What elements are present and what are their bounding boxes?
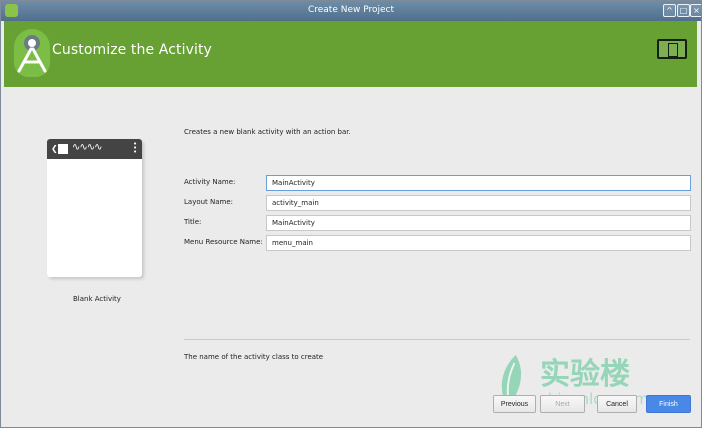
watermark-text: 实验楼 bbox=[540, 357, 630, 392]
android-studio-logo-icon bbox=[14, 29, 50, 77]
create-new-project-dialog: Create New Project ^ □ × Customize the A… bbox=[0, 0, 702, 428]
activity-name-label: Activity Name: bbox=[184, 178, 236, 186]
device-orientation-icon bbox=[657, 39, 687, 59]
title-label: Title: bbox=[184, 218, 202, 226]
blank-activity-preview: ❮ ∿∿∿∿ • • • bbox=[47, 139, 142, 277]
field-help-text: The name of the activity class to create bbox=[184, 353, 324, 361]
close-button[interactable]: × bbox=[690, 4, 701, 17]
previous-button[interactable]: Previous bbox=[493, 395, 536, 413]
cancel-button[interactable]: Cancel bbox=[597, 395, 637, 413]
app-icon bbox=[58, 144, 68, 154]
back-icon: ❮ bbox=[51, 144, 58, 153]
window-titlebar[interactable]: Create New Project ^ □ × bbox=[1, 1, 701, 21]
minimize-button[interactable]: ^ bbox=[663, 4, 676, 17]
preview-action-bar: ❮ ∿∿∿∿ • • • bbox=[47, 139, 142, 159]
window-title: Create New Project bbox=[307, 5, 395, 15]
preview-label: Blank Activity bbox=[73, 295, 121, 303]
layout-name-input[interactable] bbox=[266, 195, 691, 211]
page-title: Customize the Activity bbox=[52, 42, 212, 58]
layout-name-label: Layout Name: bbox=[184, 198, 234, 206]
customize-activity-content: ❮ ∿∿∿∿ • • • Blank Activity Creates a ne… bbox=[4, 87, 697, 423]
title-input[interactable] bbox=[266, 215, 691, 231]
menu-resource-name-label: Menu Resource Name: bbox=[184, 238, 263, 246]
section-divider bbox=[184, 339, 690, 340]
maximize-button[interactable]: □ bbox=[677, 4, 690, 17]
overflow-menu-icon: • • • bbox=[133, 140, 138, 156]
title-wave-icon: ∿∿∿∿ bbox=[72, 142, 102, 153]
finish-button[interactable]: Finish bbox=[646, 395, 691, 413]
menu-resource-name-input[interactable] bbox=[266, 235, 691, 251]
page-header: Customize the Activity bbox=[4, 21, 697, 87]
activity-description: Creates a new blank activity with an act… bbox=[184, 128, 351, 136]
activity-name-input[interactable] bbox=[266, 175, 691, 191]
next-button[interactable]: Next bbox=[540, 395, 585, 413]
